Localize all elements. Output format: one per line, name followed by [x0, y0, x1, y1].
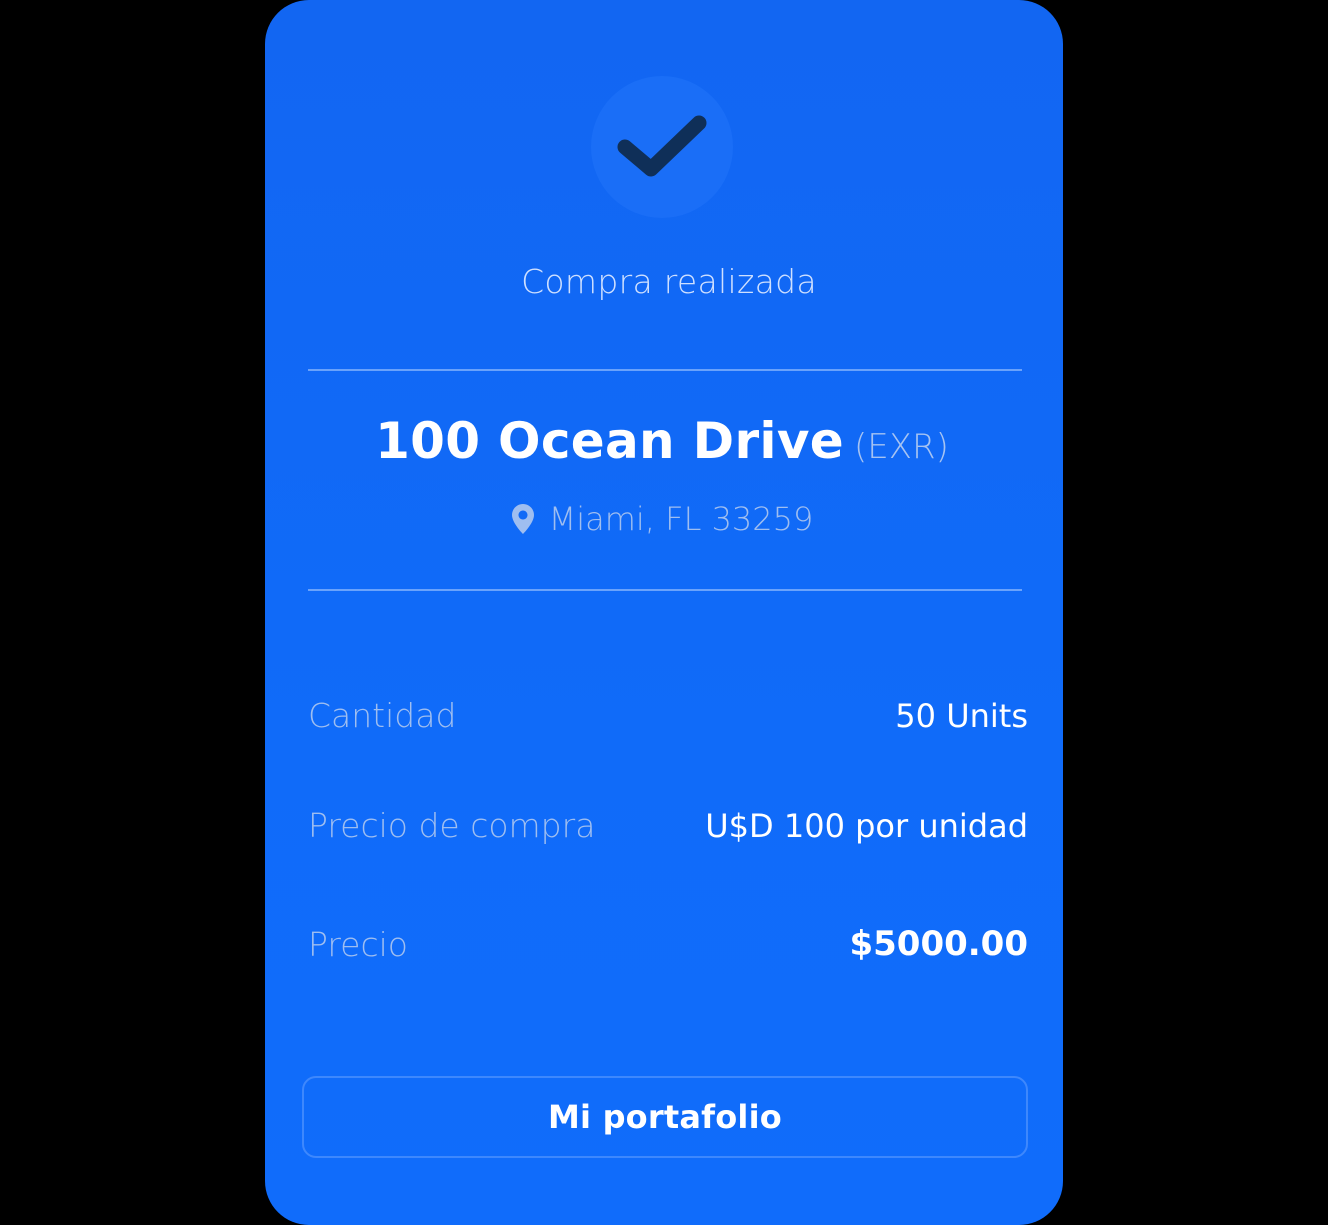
property-ticker: (EXR)	[853, 427, 949, 467]
map-pin-icon	[511, 503, 535, 535]
status-title: Compra realizada	[521, 262, 817, 301]
divider-bottom	[308, 589, 1022, 591]
quantity-value: 50 Units	[895, 696, 1028, 735]
total-price-label: Precio	[308, 924, 408, 964]
check-icon	[615, 113, 709, 181]
my-portfolio-button-label: Mi portafolio	[548, 1098, 782, 1136]
my-portfolio-button[interactable]: Mi portafolio	[302, 1076, 1028, 1158]
purchase-confirmation-card: Compra realizada 100 Ocean Drive (EXR) M…	[265, 0, 1063, 1225]
total-price-value: $5000.00	[849, 924, 1028, 964]
total-price-row: Precio $5000.00	[308, 924, 1028, 964]
property-location: Miami, FL 33259	[265, 500, 1059, 538]
property-title: 100 Ocean Drive (EXR)	[265, 412, 1059, 470]
success-badge	[591, 76, 733, 218]
quantity-row: Cantidad 50 Units	[308, 696, 1028, 735]
unit-price-value: U$D 100 por unidad	[705, 806, 1028, 845]
property-name: 100 Ocean Drive	[375, 412, 844, 470]
unit-price-label: Precio de compra	[308, 806, 596, 845]
unit-price-row: Precio de compra U$D 100 por unidad	[308, 806, 1028, 845]
divider-top	[308, 369, 1022, 371]
quantity-label: Cantidad	[308, 696, 457, 735]
location-text: Miami, FL 33259	[548, 500, 814, 538]
